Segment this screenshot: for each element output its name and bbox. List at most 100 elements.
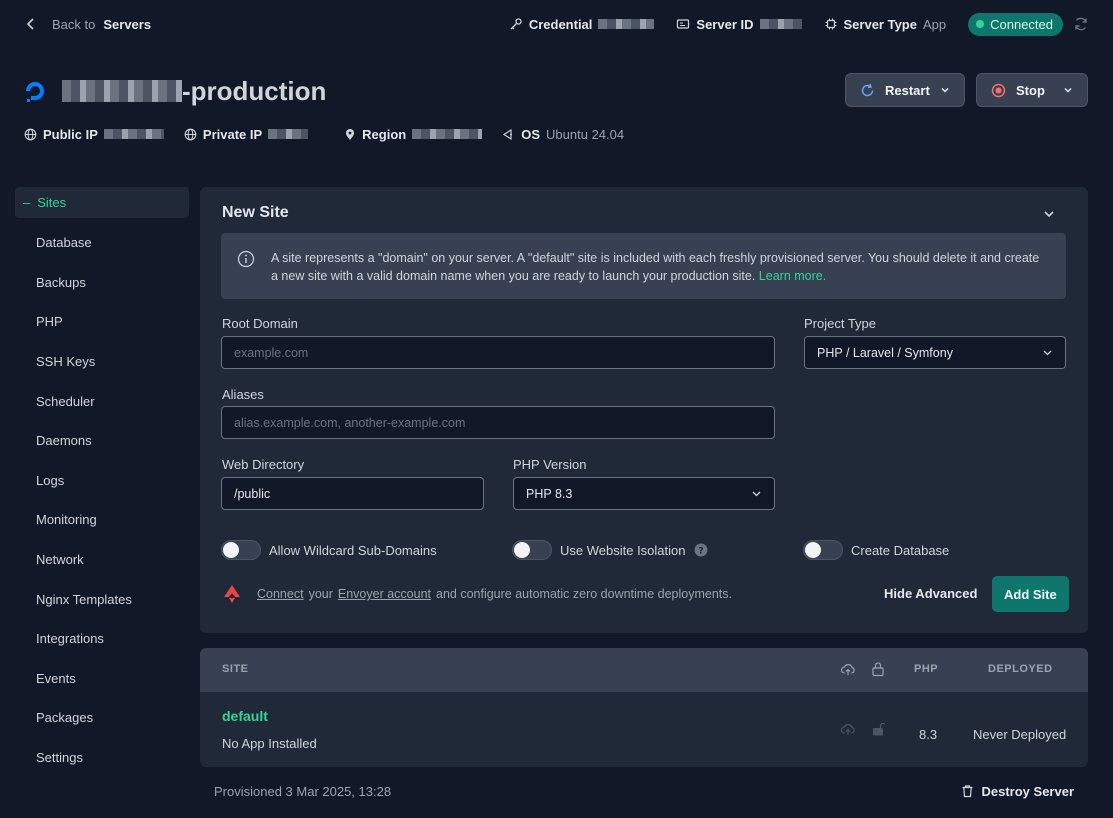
sidebar-item-daemons[interactable]: Daemons bbox=[15, 421, 189, 461]
aliases-input[interactable]: alias.example.com, another-example.com bbox=[221, 406, 775, 439]
sidebar-item-backups[interactable]: Backups bbox=[15, 263, 189, 303]
sidebar-item-settings[interactable]: Settings bbox=[15, 738, 189, 778]
wildcard-toggle-row: Allow Wildcard Sub-Domains bbox=[221, 540, 437, 560]
chevron-left-icon bbox=[26, 18, 34, 30]
os-label: OS bbox=[521, 126, 541, 142]
root-domain-label: Root Domain bbox=[222, 316, 298, 331]
isolation-label: Use Website Isolation bbox=[560, 542, 686, 558]
sidebar-item-integrations[interactable]: Integrations bbox=[15, 619, 189, 659]
destroy-server-button[interactable]: Destroy Server bbox=[961, 784, 1074, 799]
info-callout: A site represents a "domain" on your ser… bbox=[221, 233, 1066, 299]
table-row[interactable]: default No App Installed 8.3 Never Deplo… bbox=[200, 692, 1088, 767]
project-type-select[interactable]: PHP / Laravel / Symfony bbox=[804, 336, 1066, 369]
wildcard-toggle[interactable] bbox=[221, 540, 261, 560]
envoyer-account-link[interactable]: Envoyer account bbox=[338, 587, 431, 601]
stop-button[interactable]: Stop bbox=[976, 73, 1088, 107]
aliases-label: Aliases bbox=[222, 387, 264, 402]
private-ip-redacted bbox=[268, 129, 309, 139]
envoyer-connect-link[interactable]: Connect bbox=[257, 587, 304, 601]
server-id-redacted bbox=[759, 19, 802, 29]
credential-label: Credential bbox=[528, 16, 593, 32]
isolation-toggle[interactable] bbox=[512, 540, 552, 560]
provisioned-text: Provisioned 3 Mar 2025, 13:28 bbox=[214, 783, 392, 799]
refresh-icon[interactable] bbox=[1073, 16, 1089, 32]
sidebar-item-php[interactable]: PHP bbox=[15, 302, 189, 342]
envoyer-your: your bbox=[308, 587, 333, 601]
table-header: SITE PHP DEPLOYED bbox=[200, 648, 1088, 692]
server-summary: Credential Server ID Server Type App Con… bbox=[509, 12, 1089, 36]
chevron-down-icon bbox=[941, 87, 949, 93]
web-directory-input[interactable]: /public bbox=[221, 477, 484, 510]
project-type-value: PHP / Laravel / Symfony bbox=[817, 345, 953, 360]
new-site-title: New Site bbox=[222, 204, 289, 221]
chevron-down-icon bbox=[752, 491, 761, 497]
learn-more-link[interactable]: Learn more. bbox=[759, 269, 826, 283]
active-dash-icon: – bbox=[23, 195, 31, 210]
php-version-select[interactable]: PHP 8.3 bbox=[513, 477, 775, 510]
info-icon bbox=[237, 250, 255, 268]
region-redacted bbox=[412, 129, 483, 139]
sidebar-item-ssh-keys[interactable]: SSH Keys bbox=[15, 342, 189, 382]
public-ip-redacted bbox=[103, 129, 164, 139]
stop-icon bbox=[991, 83, 1006, 97]
server-meta: Public IP Private IP Region OS Ubuntu 24… bbox=[24, 124, 624, 144]
sidebar-item-sites[interactable]: – Sites bbox=[15, 187, 189, 218]
back-to-servers-link[interactable]: Back to Servers bbox=[24, 14, 151, 34]
sidebar-item-events[interactable]: Events bbox=[15, 659, 189, 699]
restart-button[interactable]: Restart bbox=[845, 73, 965, 107]
sidebar-item-logs[interactable]: Logs bbox=[15, 461, 189, 501]
sidebar-item-packages[interactable]: Packages bbox=[15, 698, 189, 738]
site-subtitle: No App Installed bbox=[222, 736, 317, 751]
database-toggle-row: Create Database bbox=[803, 540, 949, 560]
site-name-link[interactable]: default bbox=[222, 708, 268, 724]
sidebar-item-network[interactable]: Network bbox=[15, 540, 189, 580]
envoyer-logo-icon bbox=[224, 585, 240, 603]
sidebar-item-nginx-templates[interactable]: Nginx Templates bbox=[15, 579, 189, 619]
wildcard-label: Allow Wildcard Sub-Domains bbox=[269, 542, 437, 558]
collapse-chevron-icon[interactable] bbox=[1043, 208, 1055, 220]
database-label: Create Database bbox=[851, 542, 950, 558]
private-ip-label: Private IP bbox=[202, 126, 263, 142]
root-domain-input[interactable]: example.com bbox=[221, 336, 775, 369]
hide-advanced-button[interactable]: Hide Advanced bbox=[884, 586, 977, 601]
envoyer-rest: and configure automatic zero downtime de… bbox=[436, 587, 732, 601]
svg-text:?: ? bbox=[698, 547, 703, 557]
php-version-value: PHP 8.3 bbox=[526, 486, 573, 501]
os-icon bbox=[503, 128, 513, 140]
chevron-down-icon bbox=[1043, 350, 1052, 356]
sidebar-item-database[interactable]: Database bbox=[15, 223, 189, 263]
new-site-panel: New Site A site represents a "domain" on… bbox=[200, 187, 1088, 633]
server-name-suffix: -production bbox=[182, 75, 327, 106]
page-footer: Provisioned 3 Mar 2025, 13:28 Destroy Se… bbox=[214, 782, 1074, 800]
server-id-info: Server ID bbox=[676, 16, 802, 32]
region-info: Region bbox=[344, 126, 483, 142]
site-php-version: 8.3 bbox=[919, 727, 938, 742]
sidebar-item-scheduler[interactable]: Scheduler bbox=[15, 381, 189, 421]
os-info: OS Ubuntu 24.04 bbox=[502, 127, 624, 142]
credential-redacted bbox=[598, 19, 655, 29]
server-type-label: Server Type bbox=[843, 16, 917, 32]
site-deployed-status: Never Deployed bbox=[973, 727, 1067, 742]
connection-status-badge: Connected bbox=[968, 12, 1063, 36]
os-value: Ubuntu 24.04 bbox=[546, 126, 625, 142]
isolation-toggle-row: Use Website Isolation ? bbox=[512, 540, 708, 560]
trash-icon bbox=[962, 785, 972, 798]
server-type-value: App bbox=[922, 16, 947, 32]
help-icon[interactable]: ? bbox=[694, 543, 708, 557]
server-type-info: Server Type App bbox=[824, 16, 947, 32]
restart-label: Restart bbox=[885, 82, 930, 98]
server-title: -production bbox=[22, 74, 326, 108]
sites-table: SITE PHP DEPLOYED default No App Install… bbox=[200, 648, 1088, 767]
project-type-label: Project Type bbox=[804, 316, 877, 331]
sidebar-item-monitoring[interactable]: Monitoring bbox=[15, 500, 189, 540]
php-version-label: PHP Version bbox=[513, 457, 587, 472]
status-text: Connected bbox=[990, 16, 1053, 32]
unlock-icon bbox=[873, 722, 885, 736]
sidebar-nav: – Sites Database Backups PHP SSH Keys Sc… bbox=[15, 187, 189, 777]
chevron-down-icon bbox=[1064, 87, 1072, 93]
restart-icon bbox=[861, 83, 874, 96]
add-site-button[interactable]: Add Site bbox=[992, 576, 1069, 612]
region-label: Region bbox=[362, 126, 407, 142]
database-toggle[interactable] bbox=[803, 540, 843, 560]
server-id-label: Server ID bbox=[696, 16, 754, 32]
